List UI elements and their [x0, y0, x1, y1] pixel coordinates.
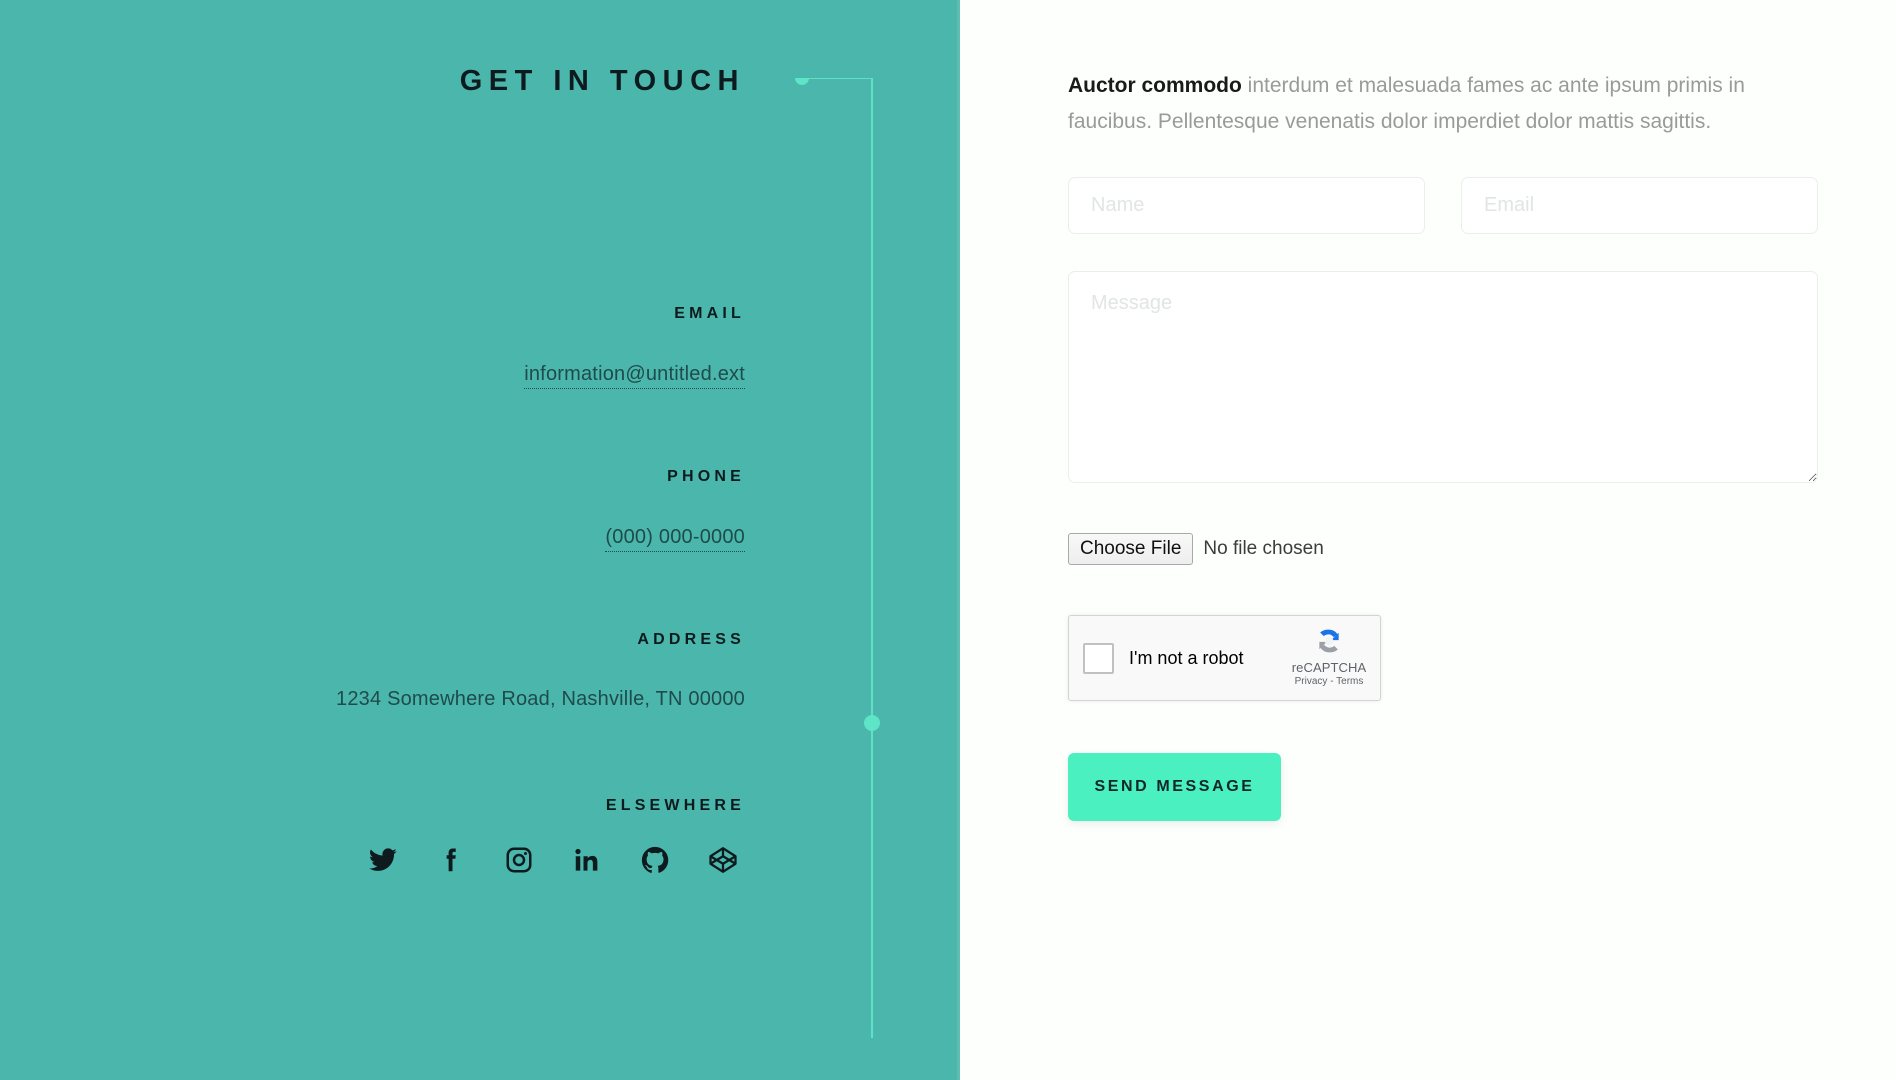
file-status-text: No file chosen: [1203, 538, 1324, 560]
email-label: EMAIL: [674, 305, 745, 322]
recaptcha-privacy-terms[interactable]: Privacy - Terms: [1288, 676, 1370, 687]
decorative-connector-line: [795, 78, 880, 1038]
linkedin-icon[interactable]: [565, 838, 609, 882]
phone-label: PHONE: [667, 468, 745, 485]
message-textarea[interactable]: [1068, 271, 1818, 484]
recaptcha-brand-name: reCAPTCHA: [1291, 660, 1367, 676]
social-links: [361, 838, 745, 882]
page-title: GET IN TOUCH: [459, 65, 745, 97]
elsewhere-label: ELSEWHERE: [605, 797, 745, 814]
send-message-button[interactable]: SEND MESSAGE: [1068, 753, 1281, 822]
phone-link[interactable]: (000) 000-0000: [605, 526, 745, 552]
choose-file-button[interactable]: Choose File: [1068, 533, 1194, 566]
recaptcha-label: I'm not a robot: [1129, 647, 1244, 668]
email-link[interactable]: information@untitled.ext: [524, 363, 745, 389]
contact-form: Auctor commodo interdum et malesuada fam…: [1068, 0, 1818, 822]
github-icon[interactable]: [633, 838, 677, 882]
contact-form-panel: Auctor commodo interdum et malesuada fam…: [960, 0, 1896, 1080]
recaptcha-widget[interactable]: I'm not a robot reCAPTCHA Privacy - Term…: [1068, 615, 1381, 702]
intro-paragraph: Auctor commodo interdum et malesuada fam…: [1068, 68, 1818, 140]
intro-strong: Auctor commodo: [1068, 74, 1242, 97]
codepen-icon[interactable]: [701, 838, 745, 882]
name-email-row: [1068, 177, 1818, 235]
recaptcha-logo-icon: [1288, 624, 1370, 658]
instagram-icon[interactable]: [497, 838, 541, 882]
file-upload-row: Choose File No file chosen: [1068, 533, 1818, 566]
contact-info-panel: GET IN TOUCH EMAIL information@untitled.…: [0, 0, 960, 1080]
facebook-icon[interactable]: [429, 838, 473, 882]
recaptcha-checkbox[interactable]: [1083, 642, 1114, 674]
email-input[interactable]: [1461, 177, 1818, 235]
twitter-icon[interactable]: [361, 838, 405, 882]
name-input[interactable]: [1068, 177, 1425, 235]
address-value: 1234 Somewhere Road, Nashville, TN 00000: [336, 688, 745, 710]
recaptcha-branding: reCAPTCHA Privacy - Terms: [1288, 624, 1370, 687]
address-label: ADDRESS: [637, 631, 745, 648]
